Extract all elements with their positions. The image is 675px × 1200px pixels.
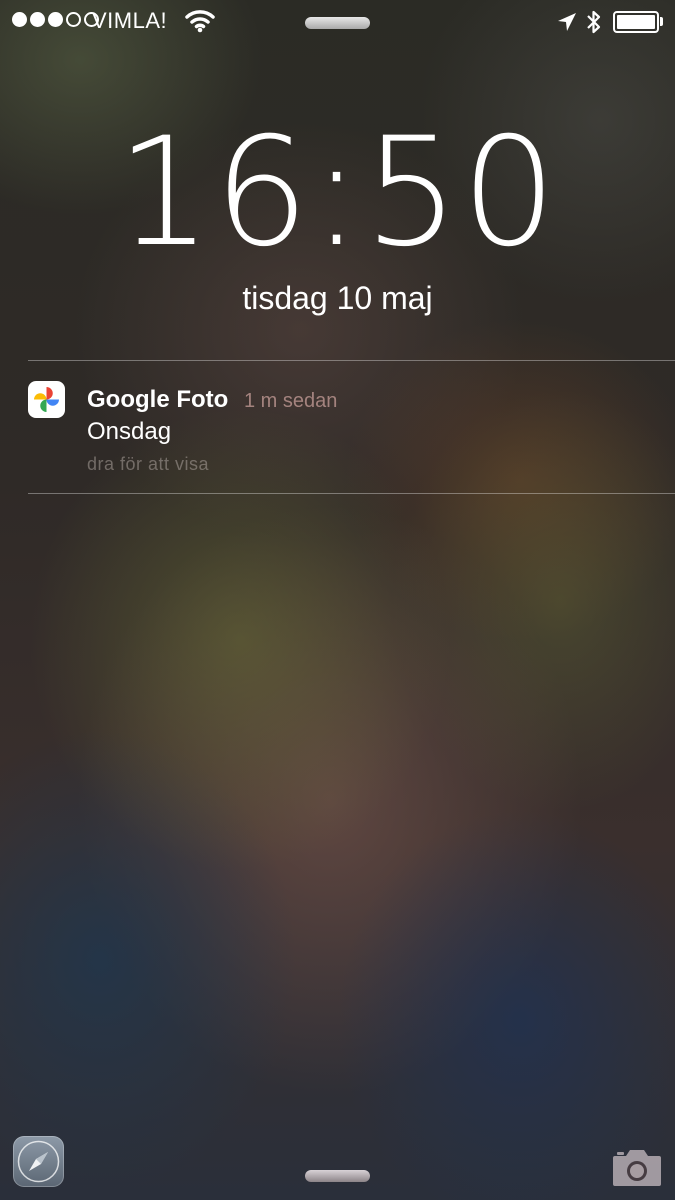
notification[interactable]: Google Foto 1 m sedan Onsdag dra för att… [0, 362, 675, 492]
notification-hint: dra för att visa [87, 454, 210, 474]
signal-dot [48, 12, 63, 27]
battery-icon [613, 11, 659, 33]
wifi-icon [185, 10, 215, 33]
signal-strength-icon [12, 12, 99, 27]
notification-app-name: Google Foto [87, 386, 229, 413]
control-center-grabber[interactable] [305, 1170, 370, 1182]
divider-top [28, 360, 675, 361]
bluetooth-icon [587, 10, 601, 34]
notification-center-grabber[interactable] [305, 17, 370, 29]
signal-dot [30, 12, 45, 27]
status-bar: VIMLA! [0, 0, 675, 46]
notification-message: Onsdag [87, 418, 172, 445]
google-photos-icon [28, 381, 65, 418]
carrier-name: VIMLA! [92, 8, 168, 33]
battery-level [617, 15, 655, 29]
notification-time: 1 m sedan [244, 390, 338, 412]
lock-screen-date: tisdag 10 maj [242, 280, 433, 316]
camera-icon[interactable] [611, 1146, 663, 1188]
lock-screen-time: 16:50 [116, 106, 559, 280]
signal-dot [66, 12, 81, 27]
safari-icon[interactable] [13, 1136, 64, 1187]
signal-dot [12, 12, 27, 27]
battery-tip [660, 17, 663, 26]
location-arrow-icon [558, 13, 576, 31]
divider-bottom [28, 493, 675, 494]
